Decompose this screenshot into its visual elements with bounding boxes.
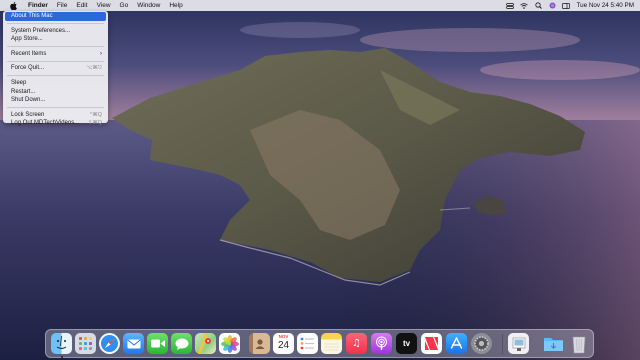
menu-item-restart[interactable]: Restart...	[5, 88, 106, 97]
wifi-icon[interactable]	[520, 2, 529, 9]
menu-separator	[7, 75, 104, 77]
shortcut-label: ^⌘Q	[89, 111, 102, 118]
menu-item-force-quit[interactable]: Force Quit... ⌥⌘⎋	[5, 64, 106, 73]
menu-edit[interactable]: Edit	[76, 0, 87, 11]
menu-item-sleep[interactable]: Sleep	[5, 79, 106, 88]
menu-item-log-out[interactable]: Log Out MDTechVideos... ⇧⌘Q	[5, 119, 106, 128]
dock-contacts-icon[interactable]	[249, 333, 270, 354]
tv-label: tv	[402, 339, 411, 348]
menu-separator	[7, 46, 104, 48]
menu-item-app-store[interactable]: App Store...	[5, 35, 106, 44]
dock-finder-icon[interactable]	[51, 333, 72, 354]
dock-system-preferences-icon[interactable]	[471, 333, 492, 354]
menu-item-label: Restart...	[11, 88, 36, 95]
dock-maps-icon[interactable]	[195, 333, 216, 354]
chevron-right-icon: ›	[100, 50, 102, 57]
menu-item-recent-items[interactable]: Recent Items ›	[5, 50, 106, 59]
dock-app-store-icon[interactable]	[446, 333, 467, 354]
dock: NOV 24 ♫ tv	[45, 329, 594, 358]
menu-item-label: Lock Screen	[11, 111, 45, 118]
menu-item-label: Recent Items	[11, 50, 47, 57]
notification-icon[interactable]	[562, 2, 571, 9]
dock-separator	[502, 334, 503, 354]
menu-finder[interactable]: Finder	[28, 0, 48, 11]
apple-menu-dropdown: About This Mac System Preferences... App…	[3, 11, 108, 126]
menu-item-label: Log Out MDTechVideos...	[11, 120, 80, 127]
menu-file[interactable]: File	[57, 0, 67, 11]
siri-icon[interactable]	[548, 2, 556, 9]
menu-item-shut-down[interactable]: Shut Down...	[5, 96, 106, 105]
menu-view[interactable]: View	[97, 0, 111, 11]
dock-podcasts-icon[interactable]	[371, 333, 392, 354]
dock-downloads-folder-icon[interactable]	[543, 333, 564, 354]
menu-item-label: About This Mac	[11, 13, 53, 19]
dock-music-icon[interactable]: ♫	[346, 333, 367, 354]
dock-notes-icon[interactable]	[321, 333, 342, 354]
shortcut-label: ⌥⌘⎋	[86, 65, 102, 72]
apple-logo-icon[interactable]	[9, 1, 17, 10]
menu-item-about-this-mac[interactable]: About This Mac	[5, 12, 106, 21]
running-indicator	[60, 356, 63, 358]
menu-item-label: Force Quit...	[11, 65, 45, 72]
shortcut-label: ⇧⌘Q	[87, 120, 102, 127]
dock-launchpad-icon[interactable]	[75, 333, 96, 354]
control-center-icon[interactable]	[506, 2, 515, 9]
menu-item-system-preferences[interactable]: System Preferences...	[5, 27, 106, 36]
menu-separator	[7, 23, 104, 25]
menu-separator	[7, 60, 104, 62]
music-note-icon: ♫	[352, 337, 361, 349]
dock-reminders-icon[interactable]	[297, 333, 318, 354]
dock-facetime-icon[interactable]	[147, 333, 168, 354]
dock-news-icon[interactable]	[421, 333, 442, 354]
menu-item-label: App Store...	[11, 36, 43, 43]
dock-messages-icon[interactable]	[171, 333, 192, 354]
menu-item-lock-screen[interactable]: Lock Screen ^⌘Q	[5, 111, 106, 120]
menu-item-label: System Preferences...	[11, 27, 71, 34]
dock-calendar-icon[interactable]: NOV 24	[273, 333, 294, 354]
dock-apple-tv-icon[interactable]: tv	[396, 333, 417, 354]
spotlight-icon[interactable]	[534, 2, 542, 9]
dock-safari-icon[interactable]	[99, 333, 120, 354]
dock-trash-icon[interactable]	[568, 333, 589, 354]
menu-separator	[7, 107, 104, 109]
menu-help[interactable]: Help	[169, 0, 182, 11]
dock-mail-icon[interactable]	[123, 333, 144, 354]
calendar-day: 24	[277, 340, 290, 351]
menu-window[interactable]: Window	[137, 0, 160, 11]
menu-go[interactable]: Go	[120, 0, 129, 11]
menu-item-label: Sleep	[11, 79, 27, 86]
menu-item-label: Shut Down...	[11, 97, 46, 104]
dock-photos-icon[interactable]	[219, 333, 240, 354]
dock-preview-icon[interactable]	[508, 333, 529, 354]
menubar-clock[interactable]: Tue Nov 24 5:40 PM	[576, 2, 634, 9]
menu-bar: Finder File Edit View Go Window Help Tue…	[0, 0, 640, 11]
